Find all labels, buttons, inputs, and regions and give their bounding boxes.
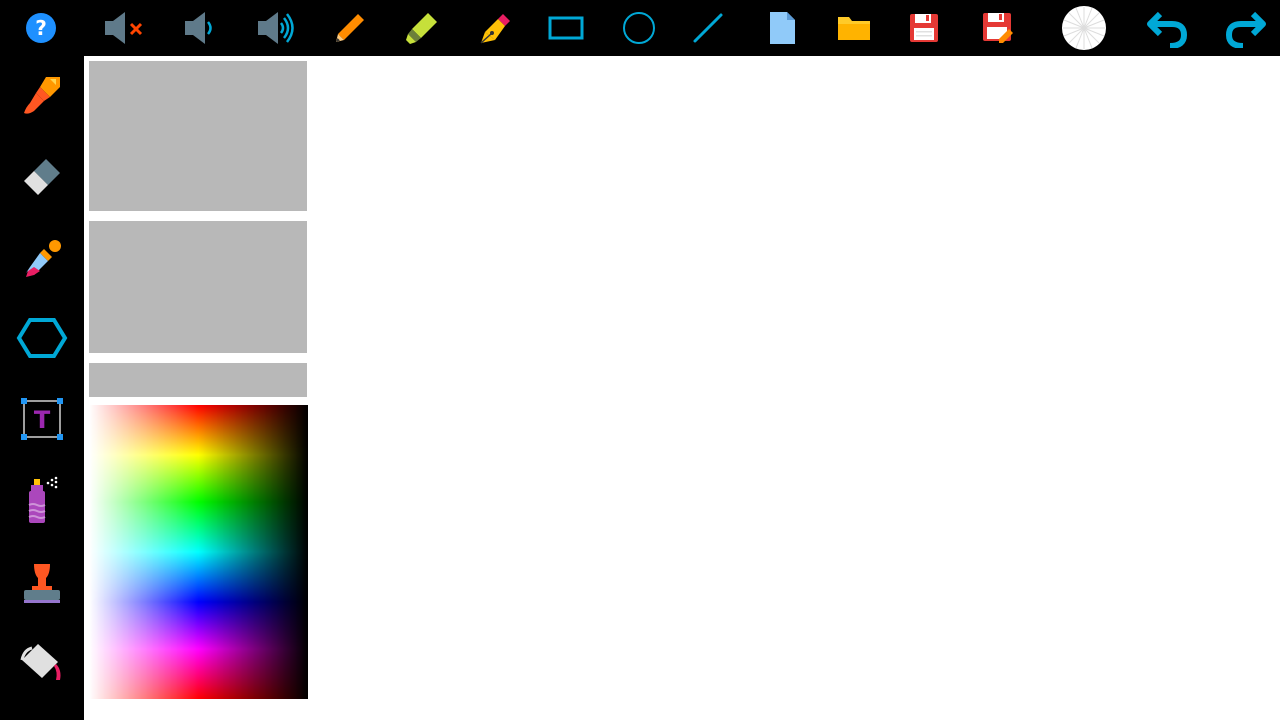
eyedropper-icon xyxy=(26,240,61,277)
save-icon xyxy=(910,14,938,42)
line-button[interactable] xyxy=(683,3,733,53)
highlighter-button[interactable] xyxy=(397,3,447,53)
rectangle-icon xyxy=(548,16,584,40)
new-file-button[interactable] xyxy=(757,3,807,53)
circle-button[interactable] xyxy=(614,3,664,53)
volume-low-button[interactable] xyxy=(174,3,224,53)
save-button[interactable] xyxy=(899,3,949,53)
color-picker[interactable] xyxy=(89,405,308,699)
redo-icon xyxy=(1225,11,1266,48)
highlighter-icon xyxy=(406,13,437,44)
folder-icon xyxy=(838,17,870,40)
sidebar-item-eyedropper[interactable] xyxy=(14,231,70,287)
text-tool-glyph: T xyxy=(34,406,51,434)
sidebar-item-fill[interactable] xyxy=(14,635,70,691)
sidebar-item-polygon[interactable] xyxy=(14,310,70,366)
save-as-button[interactable] xyxy=(973,3,1023,53)
tool-sidebar: T xyxy=(0,56,84,720)
undo-icon xyxy=(1147,11,1188,48)
paintbrush-icon xyxy=(24,77,60,114)
sidebar-item-stamp[interactable] xyxy=(14,556,70,612)
help-icon: ? xyxy=(26,13,56,43)
sidebar-item-text[interactable]: T xyxy=(14,391,70,447)
undo-button[interactable] xyxy=(1143,3,1193,53)
circle-icon xyxy=(623,12,655,44)
sidebar-item-spray[interactable] xyxy=(14,473,70,529)
volume-high-icon xyxy=(258,12,294,44)
sidebar-item-brush[interactable] xyxy=(14,67,70,123)
save-as-icon xyxy=(983,13,1013,43)
pencil-button[interactable] xyxy=(325,3,375,53)
text-tool-icon: T xyxy=(21,398,63,440)
paint-bucket-icon xyxy=(20,644,61,680)
rectangle-button[interactable] xyxy=(541,3,591,53)
fountain-pen-button[interactable] xyxy=(470,3,520,53)
spray-can-icon xyxy=(28,476,58,523)
mute-icon xyxy=(105,12,143,44)
sidebar-item-eraser[interactable] xyxy=(14,149,70,205)
tool-option-panel-2[interactable] xyxy=(89,221,307,353)
svg-text:?: ? xyxy=(35,16,47,40)
fountain-pen-icon xyxy=(480,14,510,44)
eraser-icon xyxy=(24,159,60,195)
line-icon xyxy=(693,13,723,43)
pencil-icon xyxy=(336,14,364,42)
top-toolbar: ? xyxy=(0,0,1280,56)
brush-size-button[interactable] xyxy=(1059,3,1109,53)
hexagon-icon xyxy=(16,318,68,358)
mute-button[interactable] xyxy=(98,3,148,53)
brush-size-icon xyxy=(1062,6,1106,50)
new-file-icon xyxy=(770,12,795,44)
tool-option-panel-3[interactable] xyxy=(89,363,307,397)
tool-option-panel-1[interactable] xyxy=(89,61,307,211)
open-folder-button[interactable] xyxy=(829,3,879,53)
volume-high-button[interactable] xyxy=(249,3,299,53)
volume-low-icon xyxy=(185,12,212,44)
redo-button[interactable] xyxy=(1220,3,1270,53)
help-button[interactable]: ? xyxy=(16,3,66,53)
stamp-icon xyxy=(24,564,60,603)
